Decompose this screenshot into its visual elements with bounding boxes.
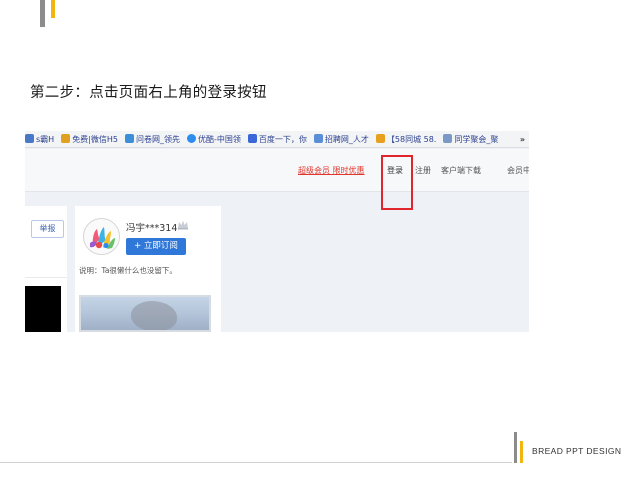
- page-icon: [313, 134, 323, 143]
- bookmark-label: s霸H: [36, 135, 55, 144]
- footer-divider: [0, 462, 512, 463]
- thumbnail-image: [131, 301, 177, 330]
- decorative-bar-gray: [514, 432, 517, 463]
- report-button[interactable]: 举报: [31, 220, 64, 238]
- decorative-bar-gray: [40, 0, 45, 27]
- bookmarks-more-button[interactable]: »: [516, 131, 525, 147]
- bookmark-item[interactable]: 优酷-中国领: [187, 131, 241, 147]
- document-thumbnail[interactable]: [25, 286, 61, 332]
- paw-icon: [247, 134, 257, 143]
- form-icon: [125, 134, 134, 143]
- site-top-nav: 超级会员 限时优惠 登录 注册 客户端下载 会员中心: [25, 149, 529, 192]
- bookmark-label: 同学聚会_聚: [454, 135, 499, 144]
- brand-label: BREAD PPT DESIGN: [532, 446, 622, 456]
- bookmark-item[interactable]: 【58同城 58.: [375, 131, 437, 147]
- bookmarks-bar: s霸H 免费|微信H5 问卷网_领先 优酷-中国领 百度一下，你 招聘网_人才 【58同城 …: [25, 131, 529, 148]
- login-highlight-box: [381, 155, 413, 210]
- bookmark-item[interactable]: 问卷网_领先: [125, 131, 180, 147]
- bookmark-label: 优酷-中国领: [198, 135, 241, 144]
- client-download-link[interactable]: 客户端下载: [441, 165, 481, 176]
- bookmark-label: 问卷网_领先: [136, 135, 180, 144]
- 58-icon: [375, 134, 385, 143]
- document-thumbnail[interactable]: [79, 295, 211, 332]
- step-title: 第二步：点击页面右上角的登录按钮: [30, 85, 267, 101]
- divider: [25, 277, 67, 278]
- bookmark-label: 招聘网_人才: [324, 135, 369, 144]
- left-panel: 举报: [25, 206, 67, 332]
- bookmark-item[interactable]: s霸H: [25, 131, 55, 147]
- user-card: 冯宇***314 + 立即订阅 说明：Ta很懒什么也没留下。: [75, 206, 221, 332]
- crown-icon: [178, 220, 188, 230]
- subscribe-button[interactable]: + 立即订阅: [126, 238, 186, 255]
- avatar-hands-image: [84, 219, 119, 254]
- decorative-bar-yellow: [51, 0, 55, 18]
- avatar[interactable]: [83, 218, 120, 255]
- bookmark-item[interactable]: 招聘网_人才: [313, 131, 369, 147]
- bookmark-label: 百度一下，你: [258, 135, 307, 144]
- vip-promo-link[interactable]: 超级会员 限时优惠: [298, 165, 365, 176]
- register-link[interactable]: 注册: [415, 165, 431, 176]
- bookmark-label: 【58同城 58.: [386, 135, 437, 144]
- bookmark-label: 免费|微信H5: [72, 135, 118, 144]
- bookmark-item[interactable]: 免费|微信H5: [61, 131, 118, 147]
- user-name: 冯宇***314: [126, 223, 178, 234]
- user-description: 说明：Ta很懒什么也没留下。: [79, 266, 177, 275]
- page-icon: [25, 134, 34, 143]
- member-center-link[interactable]: 会员中心: [507, 165, 529, 176]
- play-icon: [187, 134, 196, 143]
- browser-screenshot: s霸H 免费|微信H5 问卷网_领先 优酷-中国领 百度一下，你 招聘网_人才 【58同城 …: [25, 131, 529, 332]
- bookmark-item[interactable]: 百度一下，你: [247, 131, 307, 147]
- decorative-bar-yellow: [520, 441, 523, 463]
- bookmark-item[interactable]: 同学聚会_聚: [443, 131, 499, 147]
- puzzle-icon: [61, 134, 71, 143]
- page-icon: [443, 134, 453, 143]
